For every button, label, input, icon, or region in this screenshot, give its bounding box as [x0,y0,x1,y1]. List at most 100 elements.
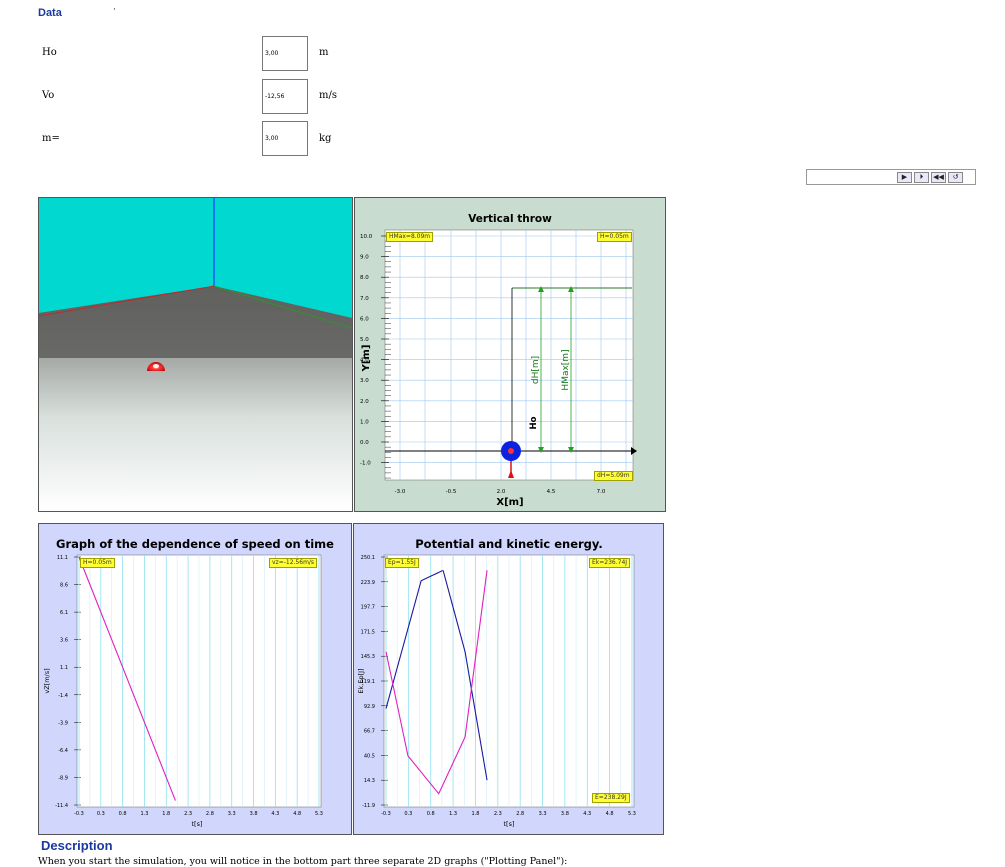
x-tick-label: 0.8 [427,811,435,817]
x-tick-label: 0.3 [97,811,105,817]
x-tick-label: 0.3 [404,811,412,817]
x-tick-label: 3.8 [561,811,569,817]
e-tag: E=238.29J [592,793,630,803]
x-tick-label: 2.8 [206,811,214,817]
vo-input[interactable]: -12,56 [262,79,308,114]
x-tick-label: -0.3 [381,811,391,817]
x-tick-label: 4.3 [583,811,591,817]
energy-graph-title: Potential and kinetic energy. [415,537,602,551]
y-tick-label: -11.4 [55,803,68,809]
dh-tag: dH=5.09m [594,471,633,481]
x-tick-label: 3.3 [539,811,547,817]
x-tick-label: 2.8 [516,811,524,817]
y-tick-label: -3.9 [58,720,68,726]
speed-graph-panel: Graph of the dependence of speed on time… [38,523,352,835]
description-text: When you start the simulation, you will … [38,856,568,867]
x-tick-label: 3.3 [228,811,236,817]
vertical-throw-panel: Vertical throw 10.0 9.0 8.0 7.0 6.0 5.0 4.0 3.0… [354,197,666,512]
x-tick-label: 4.3 [271,811,279,817]
ho-unit: m [319,47,329,58]
ho-input[interactable]: 3,00 [262,36,308,71]
mass-input[interactable]: 3,00 [262,121,308,156]
y-tick-label: 3.0 [360,378,369,384]
dot-marker: · [113,5,116,15]
y-tick-label: 6.1 [60,610,68,616]
ep-tag: Ep=1.55J [385,558,419,568]
data-section-title: Data [38,7,62,19]
y-tick-label: 6.0 [360,316,369,322]
ho-marker-label: Ho [529,416,539,429]
y-tick-label: -1.4 [58,693,68,699]
y-tick-label: 8.0 [360,275,369,281]
x-tick-label: 0.8 [119,811,127,817]
x-axis-label: t[s] [503,820,514,828]
y-tick-label: 171.5 [361,629,375,635]
y-tick-label: 92.9 [364,704,375,710]
x-axis-arrow [631,447,637,455]
vo-unit: m/s [319,90,337,101]
x-tick-label: 1.3 [449,811,457,817]
x-tick-label: 4.5 [547,489,556,495]
energy-graph-panel: Potential and kinetic energy. 250.1 223.9… [353,523,664,835]
y-tick-label: 1.1 [60,665,68,671]
vo-label: Vo [42,90,55,101]
simulation-control-bar: ▶ ⏵ ◀◀ ↺ [806,169,976,185]
y-tick-label: 250.1 [361,555,375,561]
x-axis-label: t[s] [191,820,202,828]
y-tick-label: 40.5 [364,753,375,759]
y-tick-label: 5.0 [360,337,369,343]
description-title: Description [41,838,113,853]
h-tag: H=0.05m [597,232,632,242]
reset-icon[interactable]: ↺ [948,172,963,183]
dh-label: dH[m] [531,356,541,384]
y-tick-label: 8.6 [60,583,68,589]
y-tick-label: -11.9 [362,803,375,809]
y-tick-label: 145.3 [361,654,375,660]
y-tick-label: 9.0 [360,255,369,261]
ho-label: Ho [42,47,57,58]
step-icon[interactable]: ⏵ [914,172,929,183]
scene-3d-panel[interactable] [38,197,353,512]
y-tick-label: 0.0 [360,440,369,446]
x-tick-label: -0.3 [74,811,84,817]
y-axis-label: Ek,Ep[J] [357,668,365,693]
play-icon[interactable]: ▶ [897,172,912,183]
vertical-throw-title: Vertical throw [468,213,552,225]
y-tick-label: 14.3 [364,778,375,784]
x-tick-label: 2.0 [497,489,506,495]
y-tick-label: -8.9 [58,775,68,781]
y-axis-label: Y[m] [361,345,372,373]
y-tick-label: 7.0 [360,296,369,302]
vertical-throw-chart: Vertical throw 10.09.08.07.06.05.04.03.0… [360,213,637,508]
y-axis-label: vZ[m/s] [43,668,51,693]
x-tick-label: 7.0 [597,489,606,495]
x-tick-label: 3.8 [250,811,258,817]
y-tick-label: 2.0 [360,399,369,405]
vz-tag: vz=-12.56m/s [269,558,318,568]
speed-chart: Graph of the dependence of speed on time… [43,537,334,828]
x-tick-label: -3.0 [395,489,406,495]
mass-unit: kg [319,133,332,144]
y-tick-label: 3.6 [60,638,68,644]
hmax-tag: HMax=8.09m [386,232,434,242]
y-tick-label: 1.0 [360,419,369,425]
y-tick-label: 10.0 [360,234,373,240]
x-tick-label: 2.3 [184,811,192,817]
h-tag: H=0.05m [80,558,115,568]
x-tick-label: 1.3 [140,811,148,817]
y-tick-label: 197.7 [361,605,375,611]
y-tick-label: 11.1 [57,555,68,561]
y-tick-label: -1.0 [360,461,371,467]
scene-3d-view [39,198,352,511]
x-tick-label: 2.3 [494,811,502,817]
hmax-label: HMax[m] [561,349,571,390]
rewind-icon[interactable]: ◀◀ [931,172,946,183]
x-axis-label: X[m] [496,497,523,508]
x-tick-label: 4.8 [293,811,301,817]
mass-label: m= [42,133,60,144]
speed-graph-title: Graph of the dependence of speed on time [56,537,334,551]
energy-chart: Potential and kinetic energy. 250.1 223.9… [357,537,636,828]
x-tick-label: 5.3 [315,811,323,817]
x-tick-label: -0.5 [446,489,457,495]
ek-tag: Ek=236.74J [589,558,631,568]
